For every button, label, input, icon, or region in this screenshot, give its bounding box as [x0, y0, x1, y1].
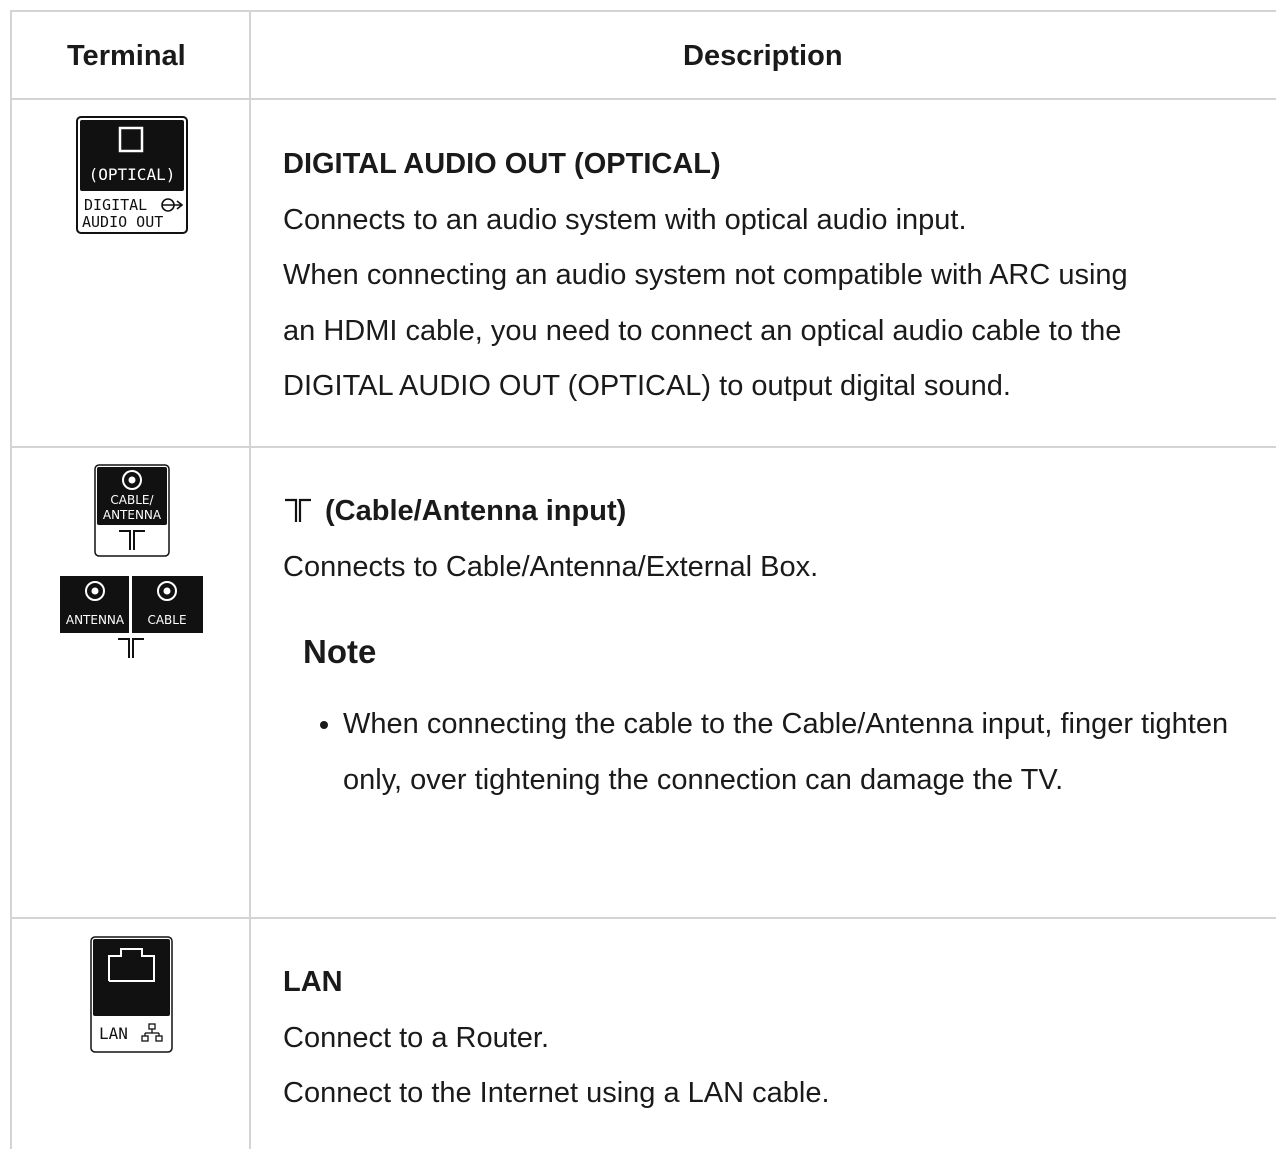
note-heading: Note [303, 633, 377, 670]
header-divider [10, 98, 1276, 100]
row-optical-description: DIGITAL AUDIO OUT (OPTICAL) Connects to … [283, 137, 1128, 415]
cable-slash-label: CABLE/ [110, 493, 154, 507]
row-title: DIGITAL AUDIO OUT (OPTICAL) [283, 148, 721, 180]
row-title: (Cable/Antenna input) [325, 495, 627, 527]
row-divider [10, 446, 1276, 448]
row-text: an HDMI cable, you need to connect an op… [283, 314, 1122, 347]
optical-label: (OPTICAL) [89, 165, 176, 184]
note-list: When connecting the cable to the Cable/A… [299, 697, 1243, 808]
header-terminal: Terminal [67, 40, 186, 72]
header-description: Description [683, 40, 843, 72]
row-title: LAN [283, 966, 343, 998]
lan-label: LAN [99, 1024, 128, 1043]
row-text: When connecting an audio system not comp… [283, 259, 1128, 291]
antenna-symbol-icon [285, 498, 311, 522]
row-text: Connects to Cable/Antenna/External Box. [283, 550, 819, 583]
antenna-label: ANTENNA [103, 508, 162, 522]
audio-out-label: AUDIO OUT [82, 213, 163, 231]
row-title-line: (Cable/Antenna input) [283, 484, 818, 540]
optical-port-icon: (OPTICAL) DIGITAL AUDIO OUT [76, 116, 188, 234]
table-border-left [10, 10, 12, 1149]
cable-jack-label: CABLE [147, 613, 186, 627]
row-text: Connect to the Internet using a LAN cabl… [283, 1077, 830, 1109]
cable-antenna-port-icon: CABLE/ ANTENNA [94, 464, 170, 557]
antenna-jack-label: ANTENNA [66, 613, 125, 627]
row-divider [10, 917, 1276, 919]
dual-antenna-port-icon: ANTENNA CABLE [60, 576, 203, 658]
row-text: Connect to a Router. [283, 1021, 549, 1054]
row-antenna-description: (Cable/Antenna input) Connects to Cable/… [283, 484, 818, 595]
row-text: Connects to an audio system with optical… [283, 203, 967, 236]
row-text: DIGITAL AUDIO OUT (OPTICAL) to output di… [283, 370, 1011, 402]
row-lan-description: LAN Connect to a Router. Connect to the … [283, 955, 830, 1122]
note-item: When connecting the cable to the Cable/A… [343, 697, 1243, 808]
digital-label: DIGITAL [84, 196, 147, 214]
terminal-table: Terminal Description (OPTICAL) DIGITAL A… [10, 10, 1276, 1149]
table-border-top [10, 10, 1276, 12]
lan-port-icon: LAN [90, 936, 173, 1053]
column-divider [249, 10, 251, 1149]
